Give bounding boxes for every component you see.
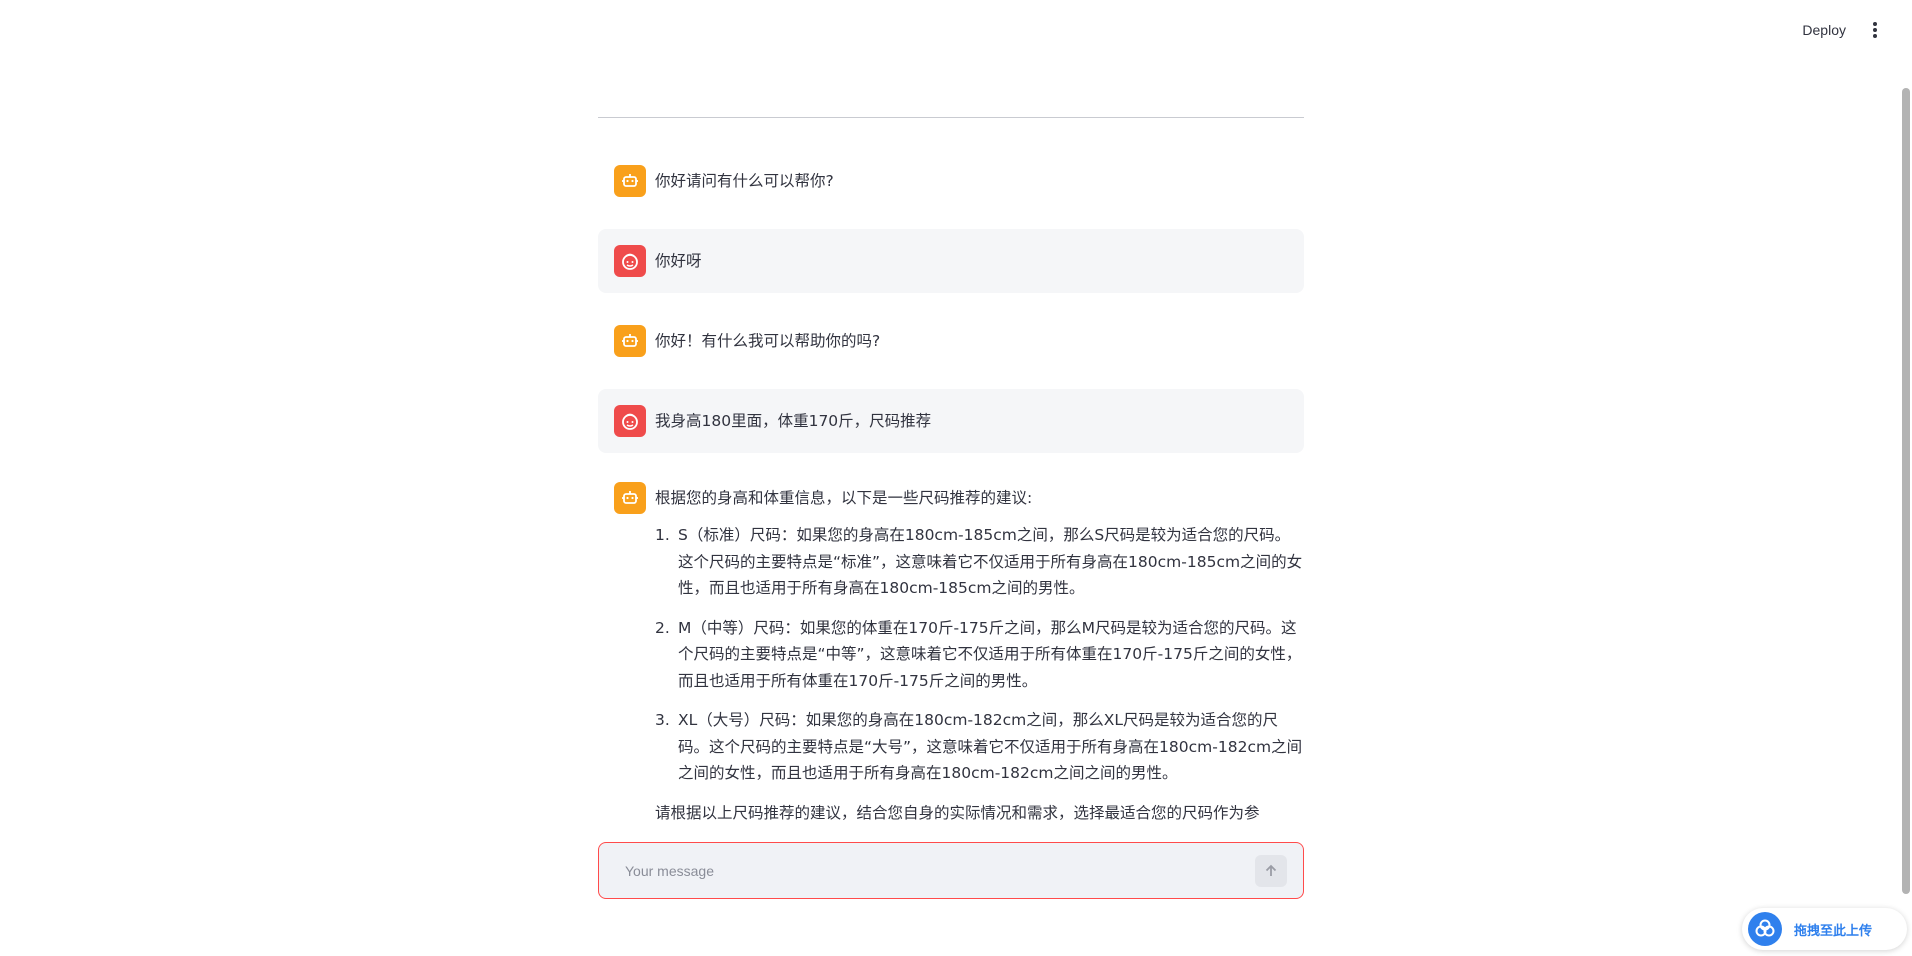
list-item-text: M（中等）尺码：如果您的体重在170斤-175斤之间，那么M尺码是较为适合您的尺… [678, 618, 1302, 690]
app-header: Deploy [0, 0, 1912, 60]
send-button[interactable] [1255, 854, 1287, 887]
list-item-text: XL（大号）尺码：如果您的身高在180cm-182cm之间，那么XL尺码是较为适… [678, 711, 1303, 782]
reply-intro: 根据您的身高和体重信息，以下是一些尺码推荐的建议: [655, 489, 1033, 507]
robot-icon [614, 482, 646, 514]
chat-message-text: 你好呀 [655, 252, 702, 270]
arrow-up-icon [1265, 864, 1277, 876]
divider [598, 117, 1304, 118]
chat-message-body: 根据您的身高和体重信息，以下是一些尺码推荐的建议: 1. S（标准）尺码：如果您… [655, 482, 1304, 826]
streamlit-app: Deploy · · · · · · · · 你好请问有什么可以帮你? [0, 0, 1912, 956]
scrollbar[interactable] [1902, 88, 1910, 894]
cloud-upload-icon [1748, 912, 1782, 946]
list-item-text: S（标准）尺码：如果您的身高在180cm-185cm之间，那么S尺码是较为适合您… [678, 526, 1303, 597]
kebab-menu-icon[interactable] [1868, 20, 1882, 40]
robot-icon [614, 325, 646, 357]
chat-message-assistant: 根据您的身高和体重信息，以下是一些尺码推荐的建议: 1. S（标准）尺码：如果您… [614, 482, 1304, 826]
chat-message-input[interactable] [623, 861, 1255, 880]
chat-message-assistant: 你好！有什么我可以帮助你的吗? [598, 325, 1304, 357]
robot-icon [614, 165, 646, 197]
upload-widget[interactable]: 拖拽至此上传 [1742, 908, 1907, 950]
deploy-button[interactable]: Deploy [1802, 22, 1846, 38]
scroll-fade [598, 830, 1304, 842]
recommendation-list: 1. S（标准）尺码：如果您的身高在180cm-185cm之间，那么S尺码是较为… [655, 522, 1304, 787]
user-face-icon [614, 405, 646, 437]
list-item-number: 2. [655, 618, 670, 637]
chat-message-text: 我身高180里面，体重170斤，尺码推荐 [655, 412, 932, 430]
chat-message-user: 我身高180里面，体重170斤，尺码推荐 [598, 389, 1304, 453]
chat-message-assistant: 你好请问有什么可以帮你? [598, 165, 1304, 197]
reply-outro: 请根据以上尺码推荐的建议，结合您自身的实际情况和需求，选择最适合您的尺码作为参 [655, 803, 1260, 822]
chat-message-user: 你好呀 [598, 229, 1304, 293]
chat-message-text: 你好！有什么我可以帮助你的吗? [655, 332, 881, 350]
chat-message-text: 你好请问有什么可以帮你? [655, 172, 834, 190]
chat-input-container [598, 842, 1304, 899]
upload-label: 拖拽至此上传 [1794, 923, 1873, 939]
list-item: 2. M（中等）尺码：如果您的体重在170斤-175斤之间，那么M尺码是较为适合… [655, 615, 1304, 695]
list-item: 1. S（标准）尺码：如果您的身高在180cm-185cm之间，那么S尺码是较为… [655, 522, 1304, 602]
list-item-number: 3. [655, 711, 670, 729]
user-face-icon [614, 245, 646, 277]
list-item: 3. XL（大号）尺码：如果您的身高在180cm-182cm之间，那么XL尺码是… [655, 707, 1304, 787]
list-item-number: 1. [655, 526, 670, 544]
